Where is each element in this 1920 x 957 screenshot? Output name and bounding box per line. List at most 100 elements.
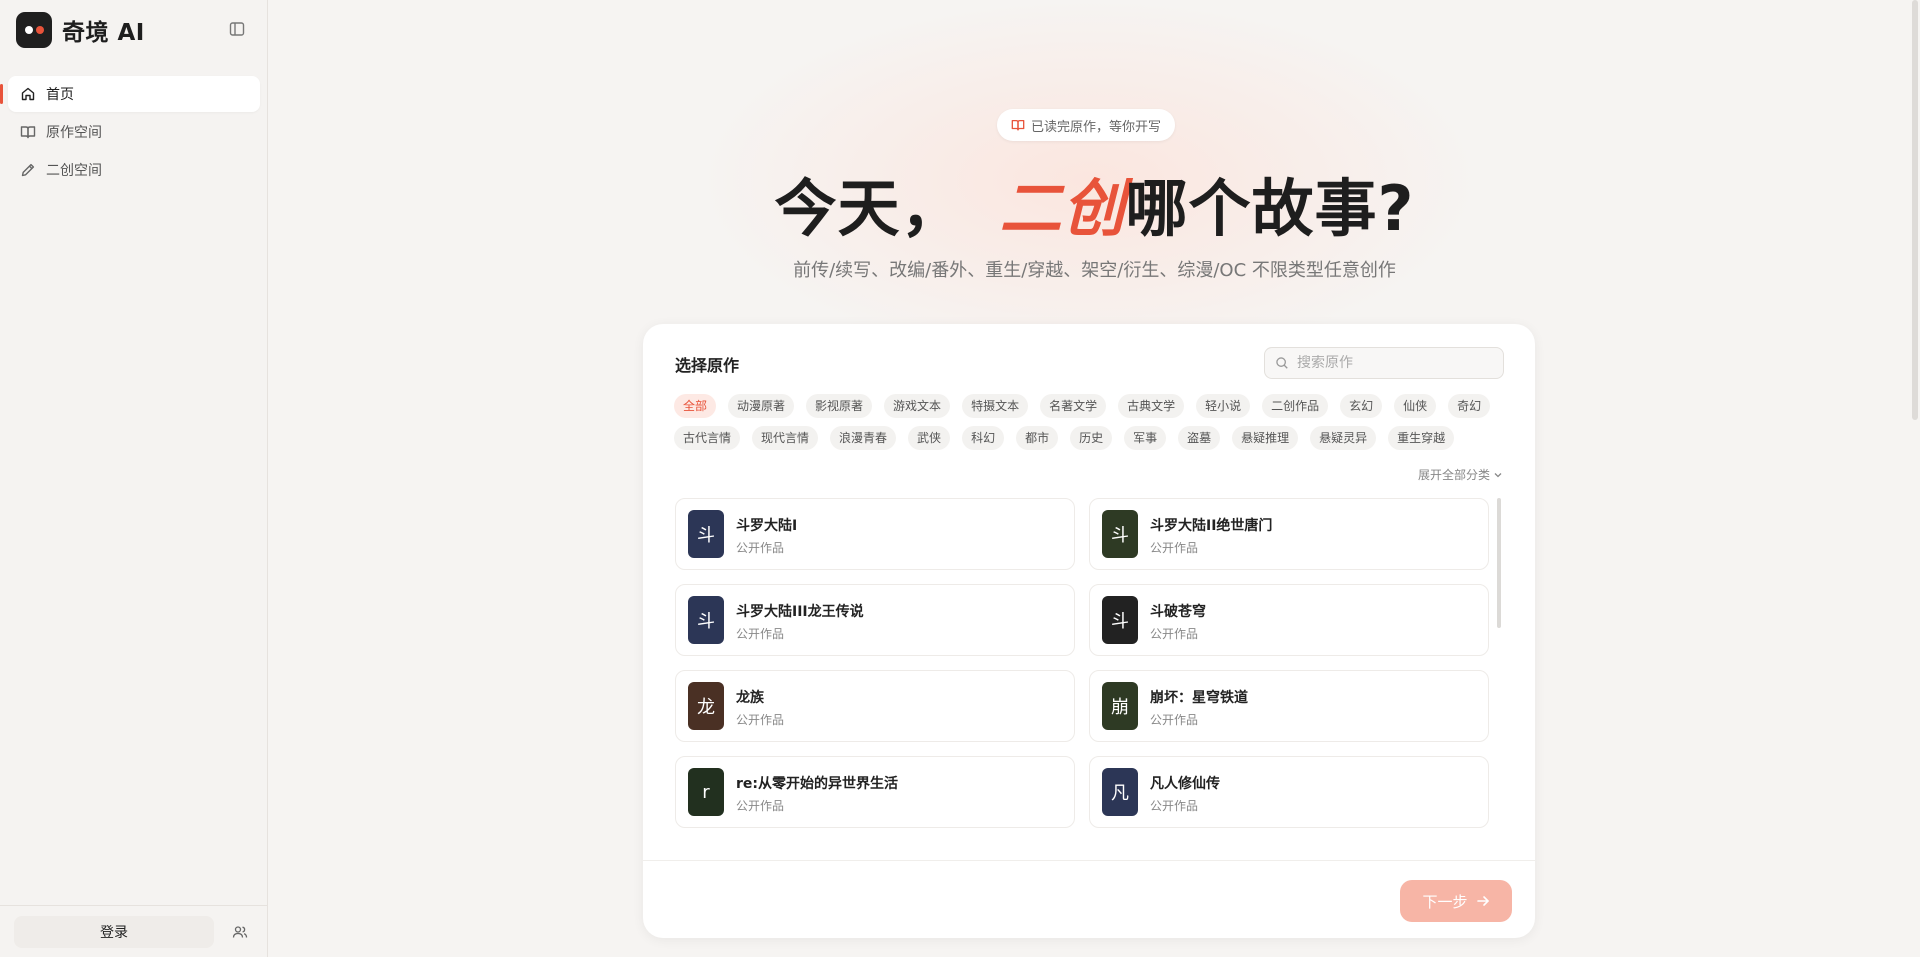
category-tag[interactable]: 现代言情 bbox=[752, 426, 819, 450]
category-tag[interactable]: 军事 bbox=[1124, 426, 1167, 450]
hero-title-after: 哪个故事? bbox=[1125, 172, 1415, 245]
divider bbox=[643, 860, 1535, 861]
sidebar-item-home[interactable]: 首页 bbox=[0, 76, 260, 112]
chevron-down-icon bbox=[1494, 472, 1502, 477]
sidebar-item-label: 原作空间 bbox=[46, 125, 102, 141]
work-subtitle: 公开作品 bbox=[736, 799, 785, 813]
app-name: 奇境 AI bbox=[62, 20, 145, 46]
work-card[interactable]: 崩崩坏：星穹铁道 公开作品 bbox=[1089, 670, 1489, 742]
work-card[interactable]: 斗斗罗大陆III龙王传说 公开作品 bbox=[675, 584, 1075, 656]
work-cover: 崩 bbox=[1102, 682, 1138, 730]
work-subtitle: 公开作品 bbox=[1150, 541, 1199, 555]
work-subtitle: 公开作品 bbox=[736, 627, 785, 641]
works-grid: 斗斗罗大陆I 公开作品斗斗罗大陆II绝世唐门 公开作品斗斗罗大陆III龙王传说 公开作… bbox=[675, 498, 1491, 838]
category-tag[interactable]: 悬疑灵异 bbox=[1310, 426, 1377, 450]
pen-icon bbox=[21, 163, 35, 177]
category-tag[interactable]: 都市 bbox=[1016, 426, 1059, 450]
next-label: 下一步 bbox=[1422, 892, 1468, 911]
book-open-icon bbox=[1011, 119, 1025, 131]
work-subtitle: 公开作品 bbox=[1150, 799, 1199, 813]
work-cover: 斗 bbox=[1102, 596, 1138, 644]
category-tag[interactable]: 浪漫青春 bbox=[830, 426, 897, 450]
work-card[interactable]: 龙龙族公开作品 bbox=[675, 670, 1075, 742]
hero-subtitle: 前传/续写、改编/番外、重生/穿越、架空/衍生、综漫/OC 不限类型任意创作 bbox=[793, 260, 1396, 281]
work-cover: 龙 bbox=[688, 682, 724, 730]
sidebar-item-label: 二创空间 bbox=[46, 163, 102, 179]
expand-label: 展开全部分类 bbox=[1417, 468, 1490, 482]
category-tag[interactable]: 影视原著 bbox=[806, 394, 873, 418]
tag-row: 古代言情 现代言情 浪漫青春 武侠 科幻 都市 历史 军事 盗墓 悬疑推理 悬疑灵异 重生穿越 bbox=[674, 426, 1504, 450]
work-title: 凡人修仙传 bbox=[1150, 776, 1220, 792]
category-tag[interactable]: 动漫原著 bbox=[728, 394, 795, 418]
category-tag[interactable]: 古典文学 bbox=[1118, 394, 1185, 418]
sidebar-toggle-icon[interactable] bbox=[229, 21, 245, 37]
category-tag[interactable]: 重生穿越 bbox=[1388, 426, 1455, 450]
expand-categories-button[interactable]: 展开全部分类 bbox=[1418, 466, 1503, 483]
work-subtitle: 公开作品 bbox=[1150, 713, 1199, 727]
work-cover: 凡 bbox=[1102, 768, 1138, 816]
sidebar: 奇境 AI 首页 原作空间 二创空间 登录 bbox=[0, 0, 268, 957]
status-pill: 已读完原作，等你开写 bbox=[997, 109, 1176, 141]
sidebar-item-originals[interactable]: 原作空间 bbox=[8, 114, 260, 150]
category-tag[interactable]: 特摄文本 bbox=[962, 394, 1029, 418]
sidebar-nav: 首页 原作空间 二创空间 bbox=[0, 76, 260, 190]
category-tag[interactable]: 历史 bbox=[1070, 426, 1113, 450]
pill-text: 已读完原作，等你开写 bbox=[1031, 119, 1162, 135]
login-button[interactable]: 登录 bbox=[14, 916, 214, 948]
category-tag[interactable]: 二创作品 bbox=[1262, 394, 1329, 418]
work-card[interactable]: 斗斗破苍穹公开作品 bbox=[1089, 584, 1489, 656]
work-card[interactable]: 凡凡人修仙传公开作品 bbox=[1089, 756, 1489, 828]
work-title: 斗破苍穹 bbox=[1150, 604, 1206, 620]
category-tag[interactable]: 轻小说 bbox=[1196, 394, 1251, 418]
tag-row: 全部 动漫原著 影视原著 游戏文本 特摄文本 名著文学 古典文学 轻小说 二创作品 玄幻 仙侠 奇幻 bbox=[674, 394, 1504, 418]
work-cover: r bbox=[688, 768, 724, 816]
sidebar-item-label: 首页 bbox=[46, 87, 74, 103]
works-scrollbar[interactable] bbox=[1497, 498, 1501, 628]
book-icon bbox=[20, 126, 36, 139]
category-tag[interactable]: 奇幻 bbox=[1448, 394, 1491, 418]
hero-title: 今天， 二创哪个故事? bbox=[269, 158, 1920, 248]
work-title: 斗罗大陆II绝世唐门 bbox=[1150, 518, 1273, 534]
users-icon[interactable] bbox=[232, 924, 248, 944]
arrow-right-icon bbox=[1476, 896, 1489, 906]
work-title: 龙族 bbox=[736, 690, 764, 706]
category-tag[interactable]: 全部 bbox=[674, 394, 717, 418]
picker-title: 选择原作 bbox=[675, 356, 740, 375]
work-title: 斗罗大陆I bbox=[736, 518, 798, 534]
work-subtitle: 公开作品 bbox=[736, 713, 785, 727]
category-tag[interactable]: 盗墓 bbox=[1178, 426, 1221, 450]
category-tag[interactable]: 名著文学 bbox=[1040, 394, 1107, 418]
sidebar-footer: 登录 bbox=[0, 905, 268, 957]
home-icon bbox=[21, 87, 35, 101]
hero-title-before: 今天， bbox=[774, 172, 964, 245]
work-cover: 斗 bbox=[1102, 510, 1138, 558]
app-logo bbox=[16, 12, 52, 48]
work-subtitle: 公开作品 bbox=[736, 541, 785, 555]
work-cover: 斗 bbox=[688, 596, 724, 644]
work-cover: 斗 bbox=[688, 510, 724, 558]
category-tag[interactable]: 古代言情 bbox=[674, 426, 741, 450]
category-tag[interactable]: 悬疑推理 bbox=[1232, 426, 1299, 450]
original-picker-card: 选择原作 全部动漫原著影视原著游戏文本特摄文本名著文学古典文学轻小说二创作品玄幻… bbox=[643, 324, 1535, 938]
category-tag[interactable]: 仙侠 bbox=[1394, 394, 1437, 418]
next-button[interactable]: 下一步 bbox=[1400, 880, 1512, 922]
work-card[interactable]: r re:从零开始的异世界生活 公开作品 bbox=[675, 756, 1075, 828]
work-title: 斗罗大陆III龙王传说 bbox=[736, 604, 864, 620]
hero-title-accent: 二创 bbox=[999, 172, 1126, 245]
work-card[interactable]: 斗斗罗大陆I 公开作品 bbox=[675, 498, 1075, 570]
work-title: re:从零开始的异世界生活 bbox=[736, 776, 898, 792]
category-tag[interactable]: 玄幻 bbox=[1340, 394, 1383, 418]
search-input[interactable] bbox=[1297, 355, 1477, 371]
category-tags: 全部 动漫原著 影视原著 游戏文本 特摄文本 名著文学 古典文学 轻小说 二创作品 玄幻 仙侠 奇幻 … bbox=[674, 394, 1504, 458]
main-area: 已读完原作，等你开写 今天， 二创哪个故事? 前传/续写、改编/番外、重生/穿越、… bbox=[269, 0, 1920, 957]
work-subtitle: 公开作品 bbox=[1150, 627, 1199, 641]
sidebar-item-derivatives[interactable]: 二创空间 bbox=[8, 152, 260, 188]
work-title: 崩坏：星穹铁道 bbox=[1150, 690, 1248, 706]
search-box[interactable] bbox=[1264, 347, 1504, 379]
category-tag[interactable]: 游戏文本 bbox=[884, 394, 951, 418]
category-tag[interactable]: 科幻 bbox=[962, 426, 1005, 450]
category-tag[interactable]: 武侠 bbox=[908, 426, 951, 450]
brand[interactable]: 奇境 AI bbox=[16, 12, 145, 48]
search-icon bbox=[1276, 357, 1288, 369]
work-card[interactable]: 斗斗罗大陆II绝世唐门 公开作品 bbox=[1089, 498, 1489, 570]
